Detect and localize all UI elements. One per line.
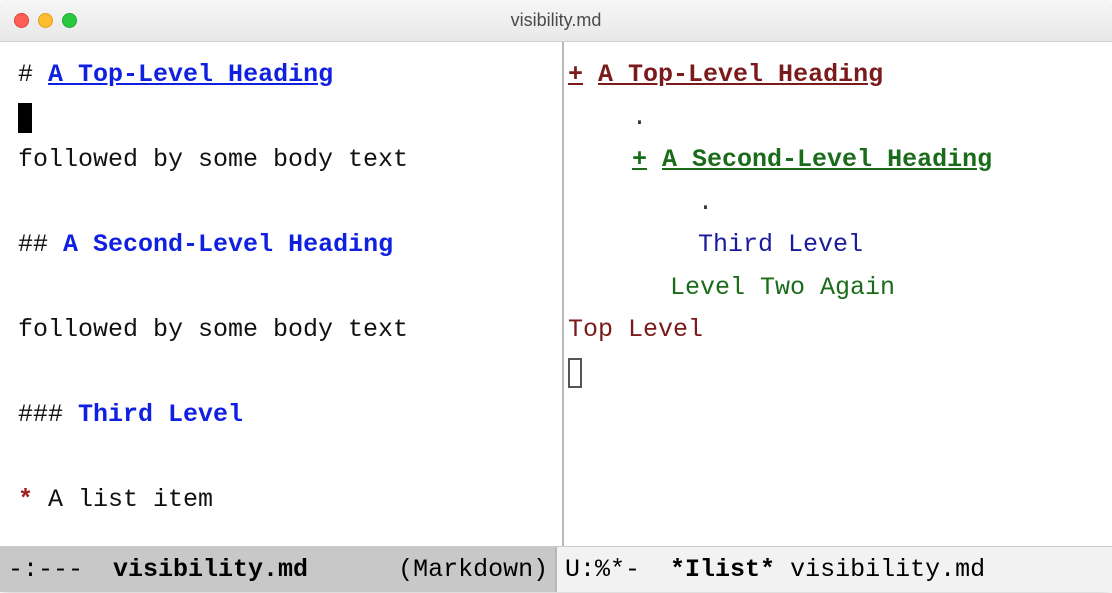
outline-l3[interactable]: Third Level — [568, 224, 1094, 267]
ml-left-mode: (Markdown) — [308, 555, 548, 584]
modeline: -:--- visibility.md (Markdown) U:%*- *Il… — [0, 546, 1112, 592]
cursor — [18, 103, 32, 133]
list-bullet: * — [18, 485, 33, 514]
h3-hash: ### — [18, 400, 63, 429]
heading-3: ### Third Level — [18, 394, 544, 437]
outline-h2-text: A Second-Level Heading — [662, 145, 992, 174]
ml-right-suffix: visibility.md — [775, 555, 985, 584]
cursor-line — [18, 97, 544, 140]
list-text: A list item — [48, 485, 213, 514]
ml-left-buffer: visibility.md — [113, 555, 308, 584]
outline-h2[interactable]: + A Second-Level Heading — [568, 139, 1094, 182]
left-pane[interactable]: # A Top-Level Heading followed by some b… — [0, 42, 564, 546]
ml-left-prefix: -:--- — [8, 555, 113, 584]
minimize-button[interactable] — [38, 13, 53, 28]
cursor-line-right — [568, 352, 1094, 395]
h3-text: Third Level — [78, 400, 243, 429]
outline-h1-prefix: + — [568, 60, 583, 89]
heading-1: # A Top-Level Heading — [18, 54, 544, 97]
titlebar: visibility.md — [0, 0, 1112, 42]
outline-h1-text: A Top-Level Heading — [598, 60, 883, 89]
outline-l2[interactable]: Level Two Again — [568, 267, 1094, 310]
body-text-2: followed by some body text — [18, 309, 544, 352]
ml-right-buffer: *Ilist* — [670, 555, 775, 584]
outline-h1[interactable]: + A Top-Level Heading — [568, 54, 1094, 97]
cursor-outline — [568, 358, 582, 388]
window-title: visibility.md — [14, 10, 1098, 31]
outline-h2-prefix: + — [632, 145, 647, 174]
maximize-button[interactable] — [62, 13, 77, 28]
ml-right-prefix: U:%*- — [565, 555, 670, 584]
modeline-left[interactable]: -:--- visibility.md (Markdown) — [0, 547, 557, 592]
h2-text: A Second-Level Heading — [63, 230, 393, 259]
window-controls — [14, 13, 77, 28]
outline-dot-1: . — [568, 97, 1094, 140]
body-text-1: followed by some body text — [18, 139, 544, 182]
h1-hash: # — [18, 60, 33, 89]
h1-text: A Top-Level Heading — [48, 60, 333, 89]
outline-l1[interactable]: Top Level — [568, 309, 1094, 352]
outline-dot-2: . — [568, 182, 1094, 225]
close-button[interactable] — [14, 13, 29, 28]
h2-hash: ## — [18, 230, 48, 259]
editor-content: # A Top-Level Heading followed by some b… — [0, 42, 1112, 546]
right-pane[interactable]: + A Top-Level Heading . + A Second-Level… — [564, 42, 1112, 546]
list-item: * A list item — [18, 479, 544, 522]
modeline-right[interactable]: U:%*- *Ilist* visibility.md — [557, 547, 1112, 592]
heading-2: ## A Second-Level Heading — [18, 224, 544, 267]
